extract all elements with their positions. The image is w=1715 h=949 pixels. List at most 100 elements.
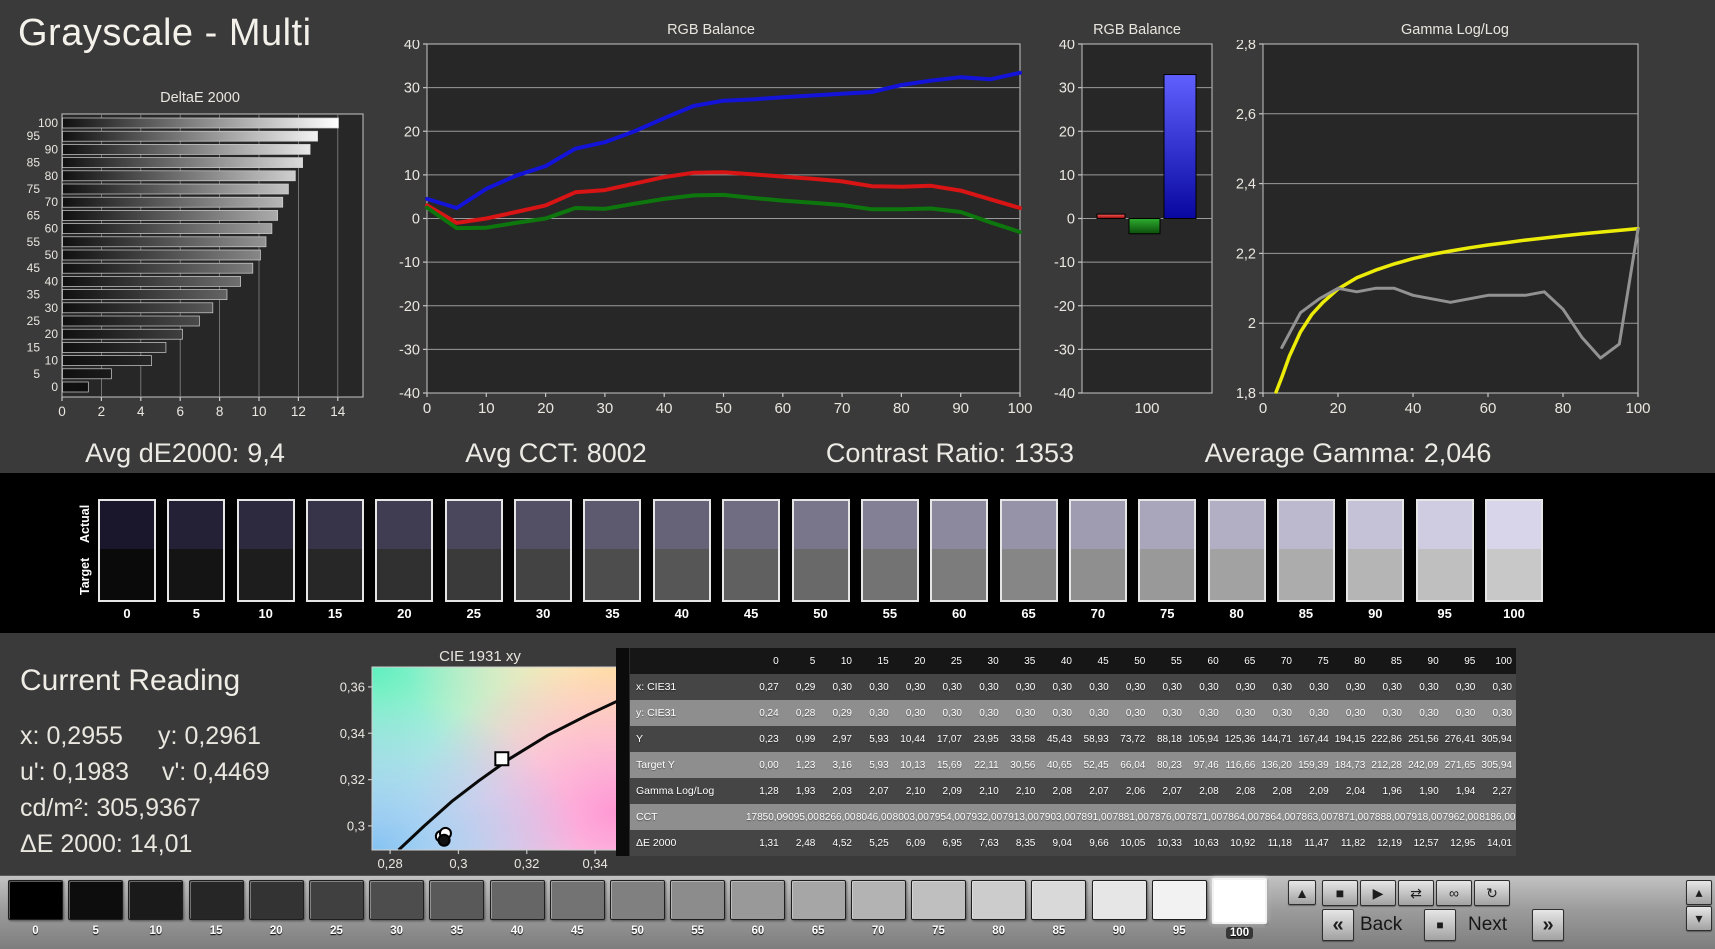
level-button-45[interactable]: [549, 880, 605, 920]
corner-up-button[interactable]: ▴: [1686, 880, 1712, 905]
play-button[interactable]: ▶: [1360, 880, 1396, 906]
stop-button[interactable]: ■: [1322, 880, 1358, 906]
target-swatch: [1278, 549, 1333, 600]
gray-swatch-label: 75: [1160, 606, 1175, 621]
svg-text:30: 30: [404, 81, 420, 97]
level-button-5[interactable]: [68, 880, 124, 920]
svg-text:85: 85: [27, 156, 41, 170]
reading-luminance: cd/m²: 305,9367: [20, 794, 201, 822]
table-cell: 0,30: [1125, 681, 1146, 693]
level-button-75[interactable]: [911, 880, 966, 920]
table-header-cell: 60: [1207, 655, 1219, 667]
target-swatch: [377, 549, 432, 600]
gray-swatch-label: 35: [605, 606, 620, 621]
actual-swatch: [1209, 501, 1264, 549]
target-row-label: Target: [78, 557, 92, 595]
chevron-right-icon: »: [1542, 913, 1554, 936]
svg-text:100: 100: [1134, 400, 1159, 417]
level-button-60[interactable]: [730, 880, 786, 920]
gray-swatch-label: 80: [1229, 606, 1244, 621]
svg-text:20: 20: [537, 400, 554, 417]
back-button[interactable]: Back: [1360, 914, 1402, 936]
table-cell: 1,31: [759, 837, 779, 849]
rgb-balance-line-plot: 403020100-10-20-30-400 10 20 30 40 50 60 70 80 90…: [399, 40, 1032, 417]
level-button-30[interactable]: [369, 880, 425, 920]
gray-swatch-65: [999, 499, 1058, 602]
bottom-toolbar: 0 5 10 15 20 25 30 35 40 45 50 55 60 65 70 75 80 85 90 95 10…: [0, 875, 1715, 949]
table-row: Y 0,23 0,99 2,97 5,93 10,44 17,07 23,95 33,58 45,…: [630, 726, 1516, 752]
table-cell: 6,95: [942, 837, 962, 849]
table-cell: 2,10: [905, 785, 926, 797]
table-cell: 12,57: [1413, 837, 1439, 849]
level-button-95[interactable]: [1151, 880, 1207, 920]
next-chevron-button[interactable]: »: [1532, 909, 1564, 941]
svg-text:10: 10: [404, 168, 420, 184]
table-cell: 0,24: [759, 707, 779, 719]
level-button-100[interactable]: [1212, 878, 1267, 924]
level-button-15[interactable]: [188, 880, 244, 920]
level-label: 50: [631, 925, 644, 937]
stop-square-button[interactable]: ■: [1424, 909, 1456, 941]
refresh-button[interactable]: ↻: [1474, 880, 1510, 906]
level-button-70[interactable]: [850, 880, 906, 920]
loop-button[interactable]: ∞: [1436, 880, 1472, 906]
reading-delta-e: ΔE 2000: 14,01: [20, 830, 193, 858]
table-header-cell: 45: [1097, 655, 1109, 667]
swap-button[interactable]: ⇄: [1398, 880, 1434, 906]
corner-down-button[interactable]: ▾: [1686, 906, 1712, 931]
next-button[interactable]: Next: [1468, 914, 1507, 936]
svg-text:-10: -10: [1054, 255, 1075, 271]
level-button-65[interactable]: [790, 880, 846, 920]
table-row-label: Target Y: [636, 759, 675, 771]
svg-text:0,3: 0,3: [347, 818, 365, 833]
table-cell: 2,03: [832, 785, 852, 797]
svg-text:50: 50: [45, 248, 59, 262]
level-button-20[interactable]: [248, 880, 304, 920]
table-cell: 2,48: [795, 837, 816, 849]
table-cell: 9,04: [1052, 837, 1072, 849]
level-button-10[interactable]: [128, 880, 184, 920]
svg-text:95: 95: [27, 129, 41, 143]
table-cell: 0,30: [1419, 681, 1439, 693]
table-cell: 0,30: [1345, 707, 1366, 719]
gray-swatch-60: [930, 499, 989, 602]
target-swatch: [516, 549, 571, 600]
level-button-85[interactable]: [1031, 880, 1087, 920]
table-cell: 2,08: [1272, 785, 1292, 797]
gray-swatch-55: [860, 499, 919, 602]
level-button-50[interactable]: [610, 880, 665, 920]
chevron-left-icon: «: [1332, 913, 1344, 936]
expand-toolbar-button[interactable]: ▲: [1288, 880, 1316, 905]
table-header-cell: 35: [1024, 655, 1036, 667]
level-label: 100: [1212, 927, 1267, 939]
level-label: 55: [691, 925, 705, 937]
svg-text:40: 40: [404, 40, 420, 53]
level-button-90[interactable]: [1091, 880, 1147, 920]
svg-text:2,8: 2,8: [1236, 40, 1256, 53]
level-button-35[interactable]: [429, 880, 485, 920]
table-cell: 0,30: [1345, 681, 1366, 693]
table-splitter[interactable]: [616, 648, 630, 856]
svg-text:40: 40: [656, 400, 673, 417]
level-button-40[interactable]: [489, 880, 545, 920]
svg-text:60: 60: [1480, 400, 1497, 417]
table-cell: 0,30: [1309, 681, 1329, 693]
back-chevron-button[interactable]: «: [1322, 909, 1354, 941]
svg-text:30: 30: [597, 400, 614, 417]
stop-icon: ■: [1335, 885, 1345, 901]
table-cell: 2,09: [942, 785, 962, 797]
table-cell: 10,13: [900, 759, 926, 771]
level-button-0[interactable]: [8, 880, 63, 920]
svg-text:0,3: 0,3: [449, 856, 467, 871]
level-button-80[interactable]: [971, 880, 1027, 920]
table-cell: 1,23: [795, 759, 816, 771]
table-cell: 1,96: [1382, 785, 1402, 797]
deltae-chart-plot: 1009590858075706560555045403530252015105…: [27, 113, 364, 419]
svg-text:80: 80: [1555, 400, 1572, 417]
table-cell: 80,23: [1156, 759, 1182, 771]
svg-text:-40: -40: [1054, 386, 1075, 402]
level-button-55[interactable]: [670, 880, 726, 920]
target-swatch: [169, 549, 224, 600]
table-cell: 0,30: [1015, 707, 1036, 719]
level-button-25[interactable]: [309, 880, 364, 920]
